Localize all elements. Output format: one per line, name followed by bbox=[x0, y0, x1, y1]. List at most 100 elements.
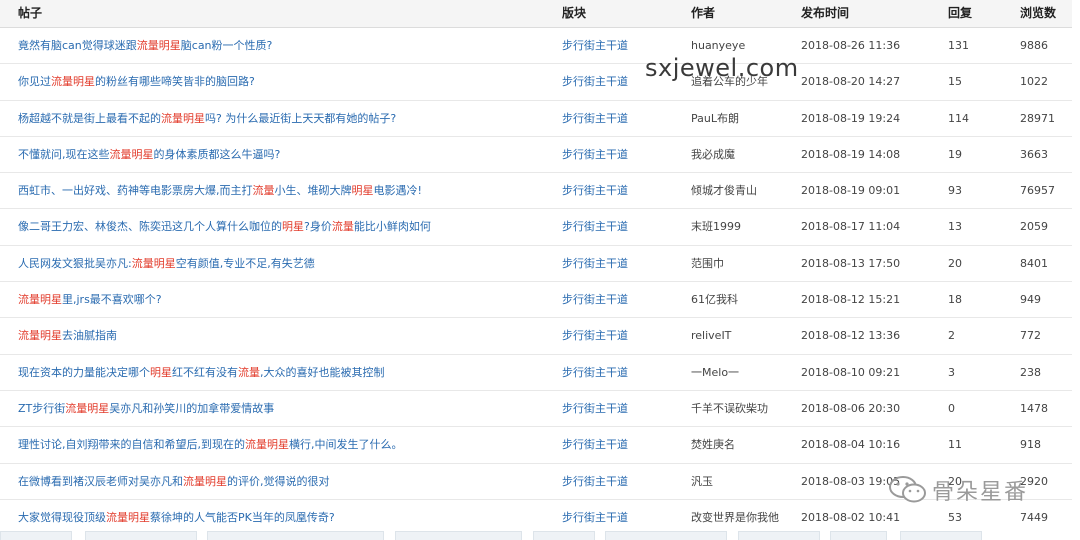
thread-title-link[interactable]: 杨超越不就是街上最看不起的流量明星吗? 为什么最近街上天天都有她的帖子? bbox=[18, 101, 396, 136]
board-link[interactable]: 步行街主干道 bbox=[562, 427, 628, 462]
view-count: 918 bbox=[1020, 438, 1041, 452]
thread-title-link[interactable]: 不懂就问,现在这些流量明星的身体素质都这么牛逼吗? bbox=[18, 137, 280, 172]
view-count: 238 bbox=[1020, 365, 1041, 379]
thread-title-link[interactable]: 流量明星去油腻指南 bbox=[18, 318, 117, 353]
wechat-icon bbox=[889, 476, 926, 503]
reply-count: 3 bbox=[948, 365, 955, 379]
logo: 骨朵星番 bbox=[888, 474, 1028, 506]
board-link[interactable]: 步行街主干道 bbox=[562, 464, 628, 499]
author-name[interactable]: PauL布朗 bbox=[691, 101, 739, 136]
board-link[interactable]: 步行街主干道 bbox=[562, 500, 628, 535]
title-highlight: 明星 bbox=[351, 184, 374, 198]
reply-count: 19 bbox=[948, 147, 962, 161]
title-highlight: 流量明星 bbox=[51, 75, 95, 89]
title-text: 脑can粉一个性质? bbox=[180, 39, 273, 52]
title-highlight: 流量明星 bbox=[183, 474, 227, 488]
title-highlight: 流量明星 bbox=[65, 401, 110, 415]
title-highlight: 流量明星 bbox=[131, 256, 176, 270]
author-name[interactable]: 末班1999 bbox=[691, 209, 741, 244]
author-name[interactable]: 焚姓庚名 bbox=[691, 427, 735, 462]
post-time: 2018-08-03 19:05 bbox=[801, 474, 901, 488]
author-name[interactable]: 范围巾 bbox=[691, 246, 724, 281]
board-link[interactable]: 步行街主干道 bbox=[562, 137, 628, 172]
title-text: 电影遇冷! bbox=[373, 184, 422, 198]
thread-title-link[interactable]: 竟然有脑can觉得球迷跟流量明星脑can粉一个性质? bbox=[18, 28, 272, 63]
watermark-text: sxjewel.com bbox=[645, 54, 799, 82]
title-text: 在微博看到褚汉辰老师对吴亦凡和 bbox=[18, 474, 183, 488]
table-row: 流量明星去油腻指南 步行街主干道 reliveIT 2018-08-12 13:36 2… bbox=[0, 318, 1072, 355]
thread-title-link[interactable]: 像二哥王力宏、林俊杰、陈奕迅这几个人算什么咖位的明星?身价流量能比小鲜肉如何 bbox=[18, 209, 431, 244]
title-text: 去油腻指南 bbox=[62, 329, 117, 343]
thread-title-link[interactable]: 西虹市、一出好戏、药神等电影票房大爆,而主打流量小生、堆砌大牌明星电影遇冷! bbox=[18, 173, 422, 208]
reply-count: 15 bbox=[948, 75, 962, 89]
board-link[interactable]: 步行街主干道 bbox=[562, 391, 628, 426]
board-link[interactable]: 步行街主干道 bbox=[562, 101, 628, 136]
view-count: 1478 bbox=[1020, 401, 1048, 415]
board-link[interactable]: 步行街主干道 bbox=[562, 282, 628, 317]
board-link[interactable]: 步行街主干道 bbox=[562, 355, 628, 390]
reply-count: 131 bbox=[948, 39, 969, 52]
title-text: 不懂就问,现在这些 bbox=[18, 147, 110, 161]
title-text: 的粉丝有哪些啼笑皆非的脑回路? bbox=[95, 75, 255, 89]
thread-title-link[interactable]: 人民网发文狠批吴亦凡:流量明星空有颜值,专业不足,有失艺德 bbox=[18, 246, 315, 281]
table-row: 像二哥王力宏、林俊杰、陈奕迅这几个人算什么咖位的明星?身价流量能比小鲜肉如何 步行… bbox=[0, 209, 1072, 246]
thread-title-link[interactable]: 现在资本的力量能决定哪个明星红不红有没有流量,大众的喜好也能被其控制 bbox=[18, 355, 385, 390]
thread-title-link[interactable]: 在微博看到褚汉辰老师对吴亦凡和流量明星的评价,觉得说的很对 bbox=[18, 464, 330, 499]
author-name[interactable]: 61亿我科 bbox=[691, 282, 738, 317]
title-text: 红不红有没有 bbox=[172, 365, 238, 379]
table-header: 帖子 版块 作者 发布时间 回复 浏览数 bbox=[0, 0, 1072, 28]
title-highlight: 流量明星 bbox=[109, 147, 154, 161]
title-text: 吗? 为什么最近街上天天都有她的帖子? bbox=[205, 111, 397, 125]
table-row: 不懂就问,现在这些流量明星的身体素质都这么牛逼吗? 步行街主干道 我必成魔 2018-… bbox=[0, 137, 1072, 174]
title-highlight: 明星 bbox=[150, 365, 172, 379]
post-time: 2018-08-12 13:36 bbox=[801, 329, 901, 343]
author-name[interactable]: 我必成魔 bbox=[691, 137, 735, 172]
thread-title-link[interactable]: 大家觉得现役顶级流量明星蔡徐坤的人气能否PK当年的凤凰传奇? bbox=[18, 500, 335, 535]
board-link[interactable]: 步行街主干道 bbox=[562, 173, 628, 208]
board-link[interactable]: 步行街主干道 bbox=[562, 64, 628, 99]
thread-table: 帖子 版块 作者 发布时间 回复 浏览数 竟然有脑can觉得球迷跟流量明星脑ca… bbox=[0, 0, 1072, 537]
header-time: 发布时间 bbox=[801, 6, 850, 20]
table-row: ZT步行街流量明星吴亦凡和孙笑川的加拿带爱情故事 步行街主干道 千羊不误砍柴功 201… bbox=[0, 391, 1072, 428]
title-highlight: 流量明星 bbox=[161, 111, 205, 125]
author-name[interactable]: 千羊不误砍柴功 bbox=[691, 391, 768, 426]
title-text: 里,jrs最不喜欢哪个? bbox=[62, 293, 162, 307]
author-name[interactable]: 一Melo一 bbox=[691, 355, 739, 390]
thread-title-link[interactable]: 流量明星里,jrs最不喜欢哪个? bbox=[18, 282, 162, 317]
table-row: 你见过流量明星的粉丝有哪些啼笑皆非的脑回路? 步行街主干道 追着公车的少年 2018-… bbox=[0, 64, 1072, 101]
title-text: 西虹市、一出好戏、药神等电影票房大爆,而主打 bbox=[18, 184, 253, 198]
title-text: 大家觉得现役顶级 bbox=[18, 510, 106, 524]
title-text: ,大众的喜好也能被其控制 bbox=[260, 365, 385, 379]
author-name[interactable]: 改变世界是你我他 bbox=[691, 500, 779, 535]
title-highlight: 流量明星 bbox=[106, 510, 150, 524]
header-reply: 回复 bbox=[948, 6, 973, 20]
title-text: 空有颜值,专业不足,有失艺德 bbox=[175, 256, 315, 270]
title-highlight: 明星 bbox=[282, 220, 304, 234]
board-link[interactable]: 步行街主干道 bbox=[562, 318, 628, 353]
post-time: 2018-08-26 11:36 bbox=[801, 39, 901, 52]
thread-title-link[interactable]: 理性讨论,自刘翔带来的自信和希望后,到现在的流量明星横行,中间发生了什么。 bbox=[18, 427, 403, 462]
post-time: 2018-08-20 14:27 bbox=[801, 75, 901, 89]
title-text: 吴亦凡和孙笑川的加拿带爱情故事 bbox=[109, 401, 275, 415]
table-row: 杨超越不就是街上最看不起的流量明星吗? 为什么最近街上天天都有她的帖子? 步行街主… bbox=[0, 101, 1072, 137]
board-link[interactable]: 步行街主干道 bbox=[562, 209, 628, 244]
title-text: ZT步行街 bbox=[18, 401, 66, 415]
board-link[interactable]: 步行街主干道 bbox=[562, 246, 628, 281]
post-time: 2018-08-02 10:41 bbox=[801, 510, 901, 524]
post-time: 2018-08-17 11:04 bbox=[801, 220, 901, 234]
author-name[interactable]: 倾城才俊青山 bbox=[691, 173, 757, 208]
reply-count: 2 bbox=[948, 329, 955, 343]
author-name[interactable]: reliveIT bbox=[691, 318, 731, 353]
reply-count: 114 bbox=[948, 111, 969, 125]
view-count: 9886 bbox=[1020, 39, 1048, 52]
view-count: 3663 bbox=[1020, 147, 1048, 161]
reply-count: 93 bbox=[948, 184, 962, 198]
thread-title-link[interactable]: 你见过流量明星的粉丝有哪些啼笑皆非的脑回路? bbox=[18, 64, 255, 99]
reply-count: 20 bbox=[948, 256, 962, 270]
author-name[interactable]: 汎玉 bbox=[691, 464, 713, 499]
title-text: 现在资本的力量能决定哪个 bbox=[18, 365, 150, 379]
title-text: 人民网发文狠批吴亦凡: bbox=[18, 256, 132, 270]
thread-title-link[interactable]: ZT步行街流量明星吴亦凡和孙笑川的加拿带爱情故事 bbox=[18, 391, 274, 426]
board-link[interactable]: 步行街主干道 bbox=[562, 28, 628, 63]
header-views: 浏览数 bbox=[1020, 6, 1057, 20]
